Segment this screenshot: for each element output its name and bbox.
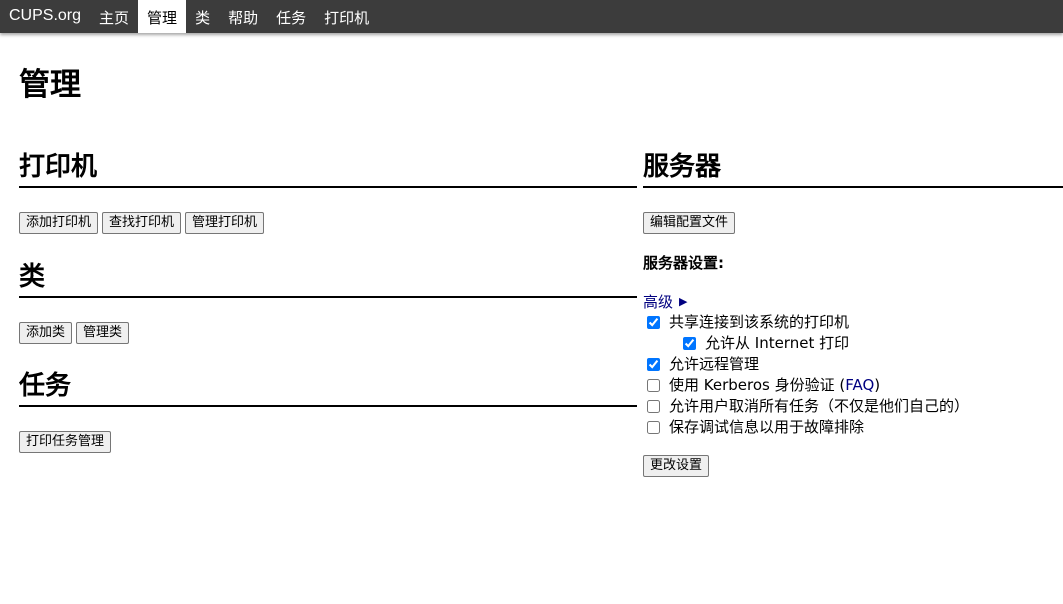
page-title: 管理 — [19, 67, 81, 103]
top-navigation-bar: CUPS.org 主页 管理 类 帮助 任务 打印机 — [0, 0, 1063, 33]
option-cancel-any: 允许用户取消所有任务（不仅是他们自己的） — [643, 396, 1063, 417]
nav-home[interactable]: 主页 — [90, 0, 138, 33]
nav-printers[interactable]: 打印机 — [315, 0, 378, 33]
kerberos-checkbox[interactable] — [647, 379, 660, 392]
left-column: 打印机 添加打印机 查找打印机 管理打印机 类 添加类 管理类 任务 打印任务管… — [19, 150, 637, 453]
advanced-toggle[interactable]: 高级 ▶ — [643, 292, 1063, 312]
classes-heading: 类 — [19, 260, 637, 298]
kerberos-label-prefix: 使用 Kerberos 身份验证 ( — [669, 376, 846, 394]
edit-config-button[interactable]: 编辑配置文件 — [643, 212, 736, 234]
kerberos-faq-link[interactable]: FAQ — [845, 375, 874, 396]
change-settings-row: 更改设置 — [643, 455, 1063, 477]
advanced-label: 高级 — [643, 293, 674, 311]
right-column: 服务器 编辑配置文件 服务器设置: 高级 ▶ 共享连接到该系统的打印机 允许从 … — [643, 150, 1063, 477]
nav-administration[interactable]: 管理 — [138, 0, 187, 33]
remote-admin-checkbox[interactable] — [647, 358, 660, 371]
printers-heading: 打印机 — [19, 150, 637, 188]
option-remote-admin: 允许远程管理 — [643, 354, 1063, 375]
cancel-any-checkbox[interactable] — [647, 400, 660, 413]
nav-menu: 主页 管理 类 帮助 任务 打印机 — [90, 0, 378, 33]
option-debug-log: 保存调试信息以用于故障排除 — [643, 417, 1063, 438]
server-settings-heading: 服务器设置: — [643, 254, 724, 272]
manage-classes-button[interactable]: 管理类 — [76, 322, 130, 344]
debug-log-label: 保存调试信息以用于故障排除 — [669, 418, 865, 436]
allow-internet-checkbox[interactable] — [683, 337, 696, 350]
jobs-section: 任务 打印任务管理 — [19, 369, 637, 453]
nav-help[interactable]: 帮助 — [219, 0, 267, 33]
debug-log-checkbox[interactable] — [647, 421, 660, 434]
jobs-buttons: 打印任务管理 — [19, 431, 637, 453]
jobs-heading: 任务 — [19, 369, 637, 407]
nav-jobs[interactable]: 任务 — [267, 0, 315, 33]
add-printer-button[interactable]: 添加打印机 — [19, 212, 99, 234]
option-kerberos: 使用 Kerberos 身份验证 (FAQ) — [643, 375, 1063, 396]
printers-section: 打印机 添加打印机 查找打印机 管理打印机 — [19, 150, 637, 234]
classes-buttons: 添加类 管理类 — [19, 322, 637, 344]
remote-admin-label: 允许远程管理 — [669, 355, 760, 373]
cups-brand-link[interactable]: CUPS.org — [0, 0, 90, 33]
allow-internet-label: 允许从 Internet 打印 — [705, 334, 850, 352]
share-printers-label: 共享连接到该系统的打印机 — [669, 313, 850, 331]
manage-jobs-button[interactable]: 打印任务管理 — [19, 431, 112, 453]
add-class-button[interactable]: 添加类 — [19, 322, 73, 344]
triangle-right-icon: ▶ — [679, 295, 688, 308]
find-printer-button[interactable]: 查找打印机 — [102, 212, 182, 234]
option-allow-internet: 允许从 Internet 打印 — [643, 333, 1063, 354]
printers-buttons: 添加打印机 查找打印机 管理打印机 — [19, 212, 637, 234]
kerberos-label-suffix: ) — [874, 376, 881, 394]
change-settings-button[interactable]: 更改设置 — [643, 455, 710, 477]
nav-classes[interactable]: 类 — [186, 0, 219, 33]
server-buttons: 编辑配置文件 — [643, 212, 1063, 234]
manage-printers-button[interactable]: 管理打印机 — [185, 212, 265, 234]
classes-section: 类 添加类 管理类 — [19, 260, 637, 344]
server-heading: 服务器 — [643, 150, 1063, 188]
option-share-printers: 共享连接到该系统的打印机 — [643, 312, 1063, 333]
cancel-any-label: 允许用户取消所有任务（不仅是他们自己的） — [669, 397, 970, 415]
share-printers-checkbox[interactable] — [647, 316, 660, 329]
